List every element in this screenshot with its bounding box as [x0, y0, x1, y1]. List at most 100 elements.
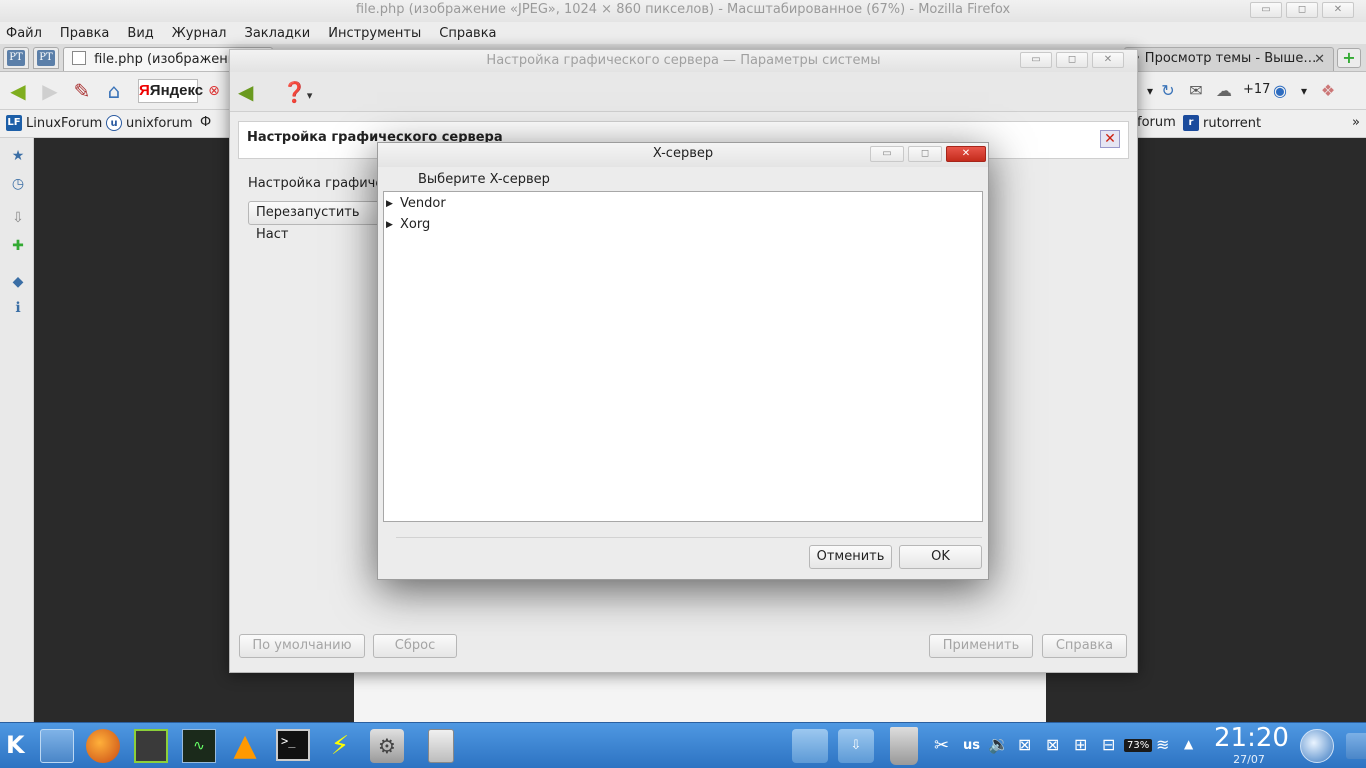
toolbar-dropdown-icon[interactable]: ▾ [1292, 80, 1316, 102]
downloads-folder-icon[interactable]: ⇩ [838, 729, 874, 763]
info-icon[interactable]: ℹ [10, 300, 26, 316]
wifi-icon[interactable]: ≋ [1156, 735, 1169, 754]
dialog-close-button[interactable]: ✕ [946, 146, 986, 162]
keyboard-layout-indicator[interactable]: us [963, 738, 980, 753]
network-wired-icon-2[interactable]: ⊟ [1102, 735, 1115, 754]
reset-button[interactable]: Сброс [373, 634, 457, 658]
history-clock-icon[interactable]: ◷ [10, 176, 26, 192]
bookmark-linuxforum[interactable]: LF LinuxForum [6, 115, 102, 131]
bookmark-label: LinuxForum [26, 115, 103, 131]
vlc-icon[interactable]: ▲ [230, 728, 260, 764]
firefox-minimize-button[interactable]: ▭ [1250, 2, 1282, 18]
panel-toolbox-icon[interactable] [1346, 733, 1366, 759]
pinned-tab-1[interactable]: PT [3, 47, 29, 69]
addons-puzzle-icon[interactable]: ✚ [10, 238, 26, 254]
bookmark-rutorrent[interactable]: r rutorrent [1183, 115, 1261, 131]
bookmark-partial[interactable]: Ф [200, 115, 211, 130]
network-wired-icon[interactable]: ⊞ [1074, 735, 1087, 754]
clipboard-scissors-icon[interactable]: ✂ [934, 735, 949, 756]
firefox-window-title: file.php (изображение «JPEG», 1024 × 860… [355, 2, 1011, 17]
defaults-button[interactable]: По умолчанию [239, 634, 365, 658]
network-disconnected-icon[interactable]: ⊠ [1018, 735, 1031, 754]
bookmark-forum[interactable]: forum [1137, 115, 1176, 130]
select-x-server-label: Выберите X-сервер [418, 172, 550, 187]
mail-icon[interactable]: ✉ [1184, 80, 1208, 102]
menu-file[interactable]: Файл [6, 26, 42, 41]
weather-temperature[interactable]: +17 [1243, 82, 1270, 97]
kde-launcher-icon[interactable]: K [6, 731, 30, 761]
password-manager-icon[interactable]: ◉ [1268, 80, 1292, 102]
dialog-maximize-button[interactable]: ◻ [908, 146, 942, 162]
clock-date[interactable]: 27/07 [1214, 753, 1284, 766]
settings-close-button[interactable]: ✕ [1092, 52, 1124, 68]
home-icon[interactable]: ⌂ [102, 80, 126, 102]
volume-icon[interactable]: 🔉 [988, 735, 1009, 755]
terminal-icon[interactable]: >_ [276, 729, 310, 761]
bookmarks-overflow-chevron-icon[interactable]: » [1352, 115, 1360, 130]
firefox-icon[interactable] [86, 729, 120, 763]
system-settings-task-icon[interactable]: ⚙ [370, 729, 404, 763]
help-dropdown-icon: ▾ [306, 89, 313, 102]
weather-icon[interactable]: ☁ [1212, 80, 1236, 102]
bookmarks-star-icon[interactable]: ★ [10, 148, 26, 164]
system-monitor-icon[interactable]: ∿ [182, 729, 216, 763]
folder-view-icon[interactable] [792, 729, 828, 763]
bookmark-unixforum[interactable]: u unixforum [106, 115, 193, 131]
expand-arrow-icon[interactable]: ▶ [386, 199, 396, 209]
firefox-close-button[interactable]: ✕ [1322, 2, 1354, 18]
network-disconnected-icon-2[interactable]: ⊠ [1046, 735, 1059, 754]
back-arrow-icon[interactable]: ◀ [6, 80, 30, 102]
help-icon[interactable]: ❓▾ [282, 79, 312, 105]
file-manager-icon[interactable] [40, 729, 74, 763]
network-connection-icon[interactable]: ⚡ [322, 729, 358, 763]
menu-history[interactable]: Журнал [172, 26, 227, 41]
x-server-dialog-title: X-сервер [652, 146, 714, 161]
menu-view[interactable]: Вид [127, 26, 153, 41]
stop-icon[interactable]: ⊗ [202, 80, 226, 102]
x-server-icon: ✕ [1100, 130, 1120, 148]
tree-item-xorg[interactable]: ▶ Xorg [386, 214, 430, 235]
dialog-separator [396, 537, 982, 538]
bookmark-label: rutorrent [1203, 115, 1262, 131]
tree-item-label: Xorg [400, 217, 431, 232]
restart-x-server-button[interactable]: Перезапустить Наст [248, 201, 388, 242]
expand-arrow-icon[interactable]: ▶ [386, 220, 396, 230]
dialog-minimize-button[interactable]: ▭ [870, 146, 904, 162]
yandex-bar-logo[interactable]: ЯЯндекс [138, 79, 203, 103]
show-desktop-icon[interactable] [1300, 729, 1334, 763]
tab-close-icon[interactable]: ✕ [1314, 52, 1325, 67]
pinned-tab-2[interactable]: PT [33, 47, 59, 69]
trash-icon[interactable] [890, 727, 918, 765]
x-server-tree[interactable]: ▶ Vendor ▶ Xorg [383, 191, 983, 522]
ok-button[interactable]: OK [899, 545, 982, 569]
x-server-dialog: X-сервер ▭ ◻ ✕ Выберите X-сервер ▶ Vendo… [377, 142, 989, 580]
menu-help[interactable]: Справка [439, 26, 496, 41]
page-icon [72, 51, 86, 65]
addon-icon[interactable]: ❖ [1316, 80, 1340, 102]
clock-time[interactable]: 21:20 [1214, 723, 1289, 753]
addon-feather-icon[interactable]: ✎ [70, 80, 94, 102]
reload-icon[interactable]: ↻ [1156, 80, 1180, 102]
forward-arrow-icon[interactable]: ▶ [38, 80, 62, 102]
menu-edit[interactable]: Правка [60, 26, 109, 41]
archive-icon[interactable] [428, 729, 454, 763]
tray-expand-arrow-icon[interactable]: ▲ [1184, 737, 1193, 751]
battery-percent-badge[interactable]: 73% [1124, 739, 1153, 752]
page-image-area [354, 668, 1046, 722]
extension-icon[interactable]: ◆ [10, 274, 26, 290]
cancel-button[interactable]: Отменить [809, 545, 892, 569]
help-button[interactable]: Справка [1042, 634, 1127, 658]
menu-bookmarks[interactable]: Закладки [245, 26, 311, 41]
apply-button[interactable]: Применить [929, 634, 1033, 658]
tab-forum-topic[interactable]: • Просмотр темы - Выше… ✕ [1124, 47, 1334, 71]
firefox-window-controls: ▭ ◻ ✕ [1250, 2, 1354, 18]
settings-minimize-button[interactable]: ▭ [1020, 52, 1052, 68]
settings-maximize-button[interactable]: ◻ [1056, 52, 1088, 68]
overview-back-arrow-icon[interactable]: ◀ [238, 79, 253, 105]
new-tab-button[interactable]: + [1337, 48, 1361, 68]
menu-tools[interactable]: Инструменты [328, 26, 421, 41]
downloads-icon[interactable]: ⇩ [10, 210, 26, 226]
video-player-icon[interactable] [134, 729, 168, 763]
tree-item-vendor[interactable]: ▶ Vendor [386, 193, 446, 214]
firefox-maximize-button[interactable]: ◻ [1286, 2, 1318, 18]
